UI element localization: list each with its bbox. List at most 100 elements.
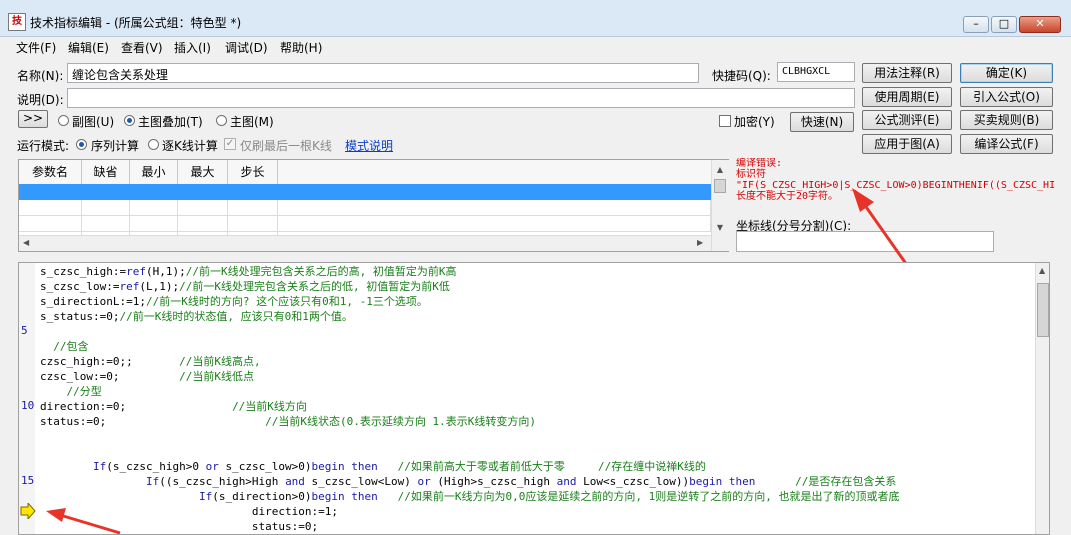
scroll-left-icon[interactable]: ◀ <box>23 238 29 247</box>
compile-formula-button[interactable]: 编译公式(F) <box>960 134 1053 154</box>
subchart-radio[interactable] <box>58 115 69 126</box>
mainchart-radio[interactable] <box>216 115 227 126</box>
code-comment: //是否存在包含关系 <box>795 475 897 488</box>
column-header-default[interactable]: 缺省 <box>82 160 130 184</box>
only-last-bar-checkbox[interactable]: ✓ <box>224 138 236 150</box>
app-icon: 技 <box>8 13 26 31</box>
code-keyword: then <box>351 490 378 503</box>
code-line: //分型 <box>40 384 1032 399</box>
encrypt-checkbox[interactable] <box>719 115 731 127</box>
scroll-right-icon[interactable]: ▶ <box>697 238 703 247</box>
formula-test-button[interactable]: 公式测评(E) <box>862 110 952 130</box>
code-line: s_directionL:=1;//前一K线时的方向? 这个应该只有0和1, -… <box>40 294 1032 309</box>
maximize-icon: □ <box>998 17 1010 30</box>
scroll-up-icon[interactable]: ▲ <box>715 165 725 176</box>
sequence-calc-radio[interactable] <box>76 139 87 150</box>
menu-debug[interactable]: 调试(D) <box>225 39 268 56</box>
editor-vertical-scrollbar[interactable]: ▲ <box>1035 263 1049 534</box>
column-divider <box>277 200 278 236</box>
expand-button[interactable]: >> <box>18 110 48 128</box>
maximize-button[interactable]: □ <box>991 16 1017 33</box>
code-editor[interactable]: 5 10 15 s_czsc_high:=ref(H,1);//前一K线处理完包… <box>18 262 1050 535</box>
column-header-param-name[interactable]: 参数名 <box>19 160 82 184</box>
ok-button[interactable]: 确定(K) <box>960 63 1053 83</box>
main-overlay-label: 主图叠加(T) <box>138 115 203 129</box>
code-line: s_czsc_low:=ref(L,1);//前一K线处理完包含关系之后的低, … <box>40 279 1032 294</box>
table-row[interactable] <box>19 216 711 232</box>
code-line: status:=0; //当前K线状态(0.表示延续方向 1.表示K线转变方向) <box>40 414 1032 429</box>
column-divider <box>177 200 178 236</box>
column-header-min[interactable]: 最小 <box>130 160 178 184</box>
code-keyword: If <box>92 460 107 473</box>
table-vertical-scrollbar[interactable]: ▲ ▼ <box>711 160 729 251</box>
code-statement: If(s_direction>0)begin then <box>198 490 378 503</box>
line-number: 10 <box>21 399 35 412</box>
mode-help-link[interactable]: 模式说明 <box>345 137 393 154</box>
code-comment: //包含 <box>53 340 89 353</box>
scroll-down-icon[interactable]: ▼ <box>715 223 725 234</box>
main-overlay-radio[interactable] <box>124 115 135 126</box>
subchart-label: 副图(U) <box>72 115 115 129</box>
code-line: If(s_direction>0)begin then //如果前一K线方向为0… <box>40 489 1032 504</box>
code-statement: czsc_low:=0; <box>40 370 180 383</box>
table-row-selected[interactable] <box>19 184 711 200</box>
code-statement: status:=0; <box>40 415 266 428</box>
apply-to-chart-button[interactable]: 应用于图(A) <box>862 134 952 154</box>
minimize-button[interactable]: – <box>963 16 989 33</box>
code-keyword: and <box>285 475 305 488</box>
shortcut-label: 快捷码(Q): <box>712 69 771 83</box>
table-horizontal-scrollbar[interactable]: ◀ ▶ <box>19 235 711 251</box>
code-line: //包含 <box>40 339 1032 354</box>
per-bar-calc-label: 逐K线计算 <box>162 139 218 153</box>
scroll-up-icon[interactable]: ▲ <box>1039 266 1045 275</box>
buy-sell-rules-button[interactable]: 买卖规则(B) <box>960 110 1053 130</box>
code-keyword: or <box>417 475 431 488</box>
code-line: s_status:=0;//前一K线时的状态值, 应该只有0和1两个值。 <box>40 309 1032 324</box>
execution-pointer-icon <box>20 503 36 519</box>
menu-file[interactable]: 文件(F) <box>16 39 56 56</box>
import-formula-button[interactable]: 引入公式(O) <box>960 87 1053 107</box>
table-scroll-thumb[interactable] <box>714 179 726 193</box>
description-field[interactable] <box>67 88 855 108</box>
menu-help[interactable]: 帮助(H) <box>280 39 322 56</box>
code-comment: //如果前高大于零或者前低大于零 //存在缠中说禅K线的 <box>397 460 706 473</box>
code-comment: //当前K线高点, <box>179 355 261 368</box>
menu-edit[interactable]: 编辑(E) <box>68 39 109 56</box>
column-header-step[interactable]: 步长 <box>228 160 278 184</box>
code-comment: //当前K线状态(0.表示延续方向 1.表示K线转变方向) <box>265 415 537 428</box>
usage-note-button[interactable]: 用法注释(R) <box>862 63 952 83</box>
editor-scroll-thumb[interactable] <box>1037 283 1049 337</box>
code-keyword: ref <box>119 280 140 293</box>
column-divider <box>129 200 130 236</box>
code-line: status:=0; <box>40 519 1032 534</box>
code-statement: s_czsc_low:=ref(L,1); <box>40 280 180 293</box>
per-bar-calc-radio[interactable] <box>148 139 159 150</box>
run-mode-label: 运行模式: <box>17 139 70 153</box>
code-line: czsc_low:=0; //当前K线低点 <box>40 369 1032 384</box>
menu-insert[interactable]: 插入(I) <box>174 39 211 56</box>
code-comment: //如果前一K线方向为0,0应该是延续之前的方向, 1则是逆转了之前的方向, 也… <box>397 490 900 503</box>
code-comment: //当前K线低点 <box>179 370 254 383</box>
sequence-calc-label: 序列计算 <box>91 139 140 153</box>
table-row[interactable] <box>19 200 711 216</box>
menu-view[interactable]: 查看(V) <box>121 39 163 56</box>
code-statement: s_directionL:=1; <box>40 295 146 308</box>
shortcut-field[interactable]: CLBHGXCL <box>777 62 855 82</box>
column-header-max[interactable]: 最大 <box>178 160 228 184</box>
code-line: s_czsc_high:=ref(H,1);//前一K线处理完包含关系之后的高,… <box>40 264 1032 279</box>
name-field[interactable]: 缠论包含关系处理 <box>67 63 699 83</box>
close-button[interactable]: ✕ <box>1019 16 1061 33</box>
usage-period-button[interactable]: 使用周期(E) <box>862 87 952 107</box>
fast-button[interactable]: 快速(N) <box>790 112 854 132</box>
column-divider <box>227 200 228 236</box>
line-number: 5 <box>21 324 28 337</box>
code-line: If((s_czsc_high>High and s_czsc_low<Low)… <box>40 474 1032 489</box>
minimize-icon: – <box>973 17 979 30</box>
code-comment: //分型 <box>66 385 102 398</box>
compile-error-title: 编译错误: <box>736 158 783 169</box>
code-keyword: then <box>728 475 756 488</box>
code-keyword: then <box>351 460 378 473</box>
code-text-area[interactable]: s_czsc_high:=ref(H,1);//前一K线处理完包含关系之后的高,… <box>40 264 1032 534</box>
